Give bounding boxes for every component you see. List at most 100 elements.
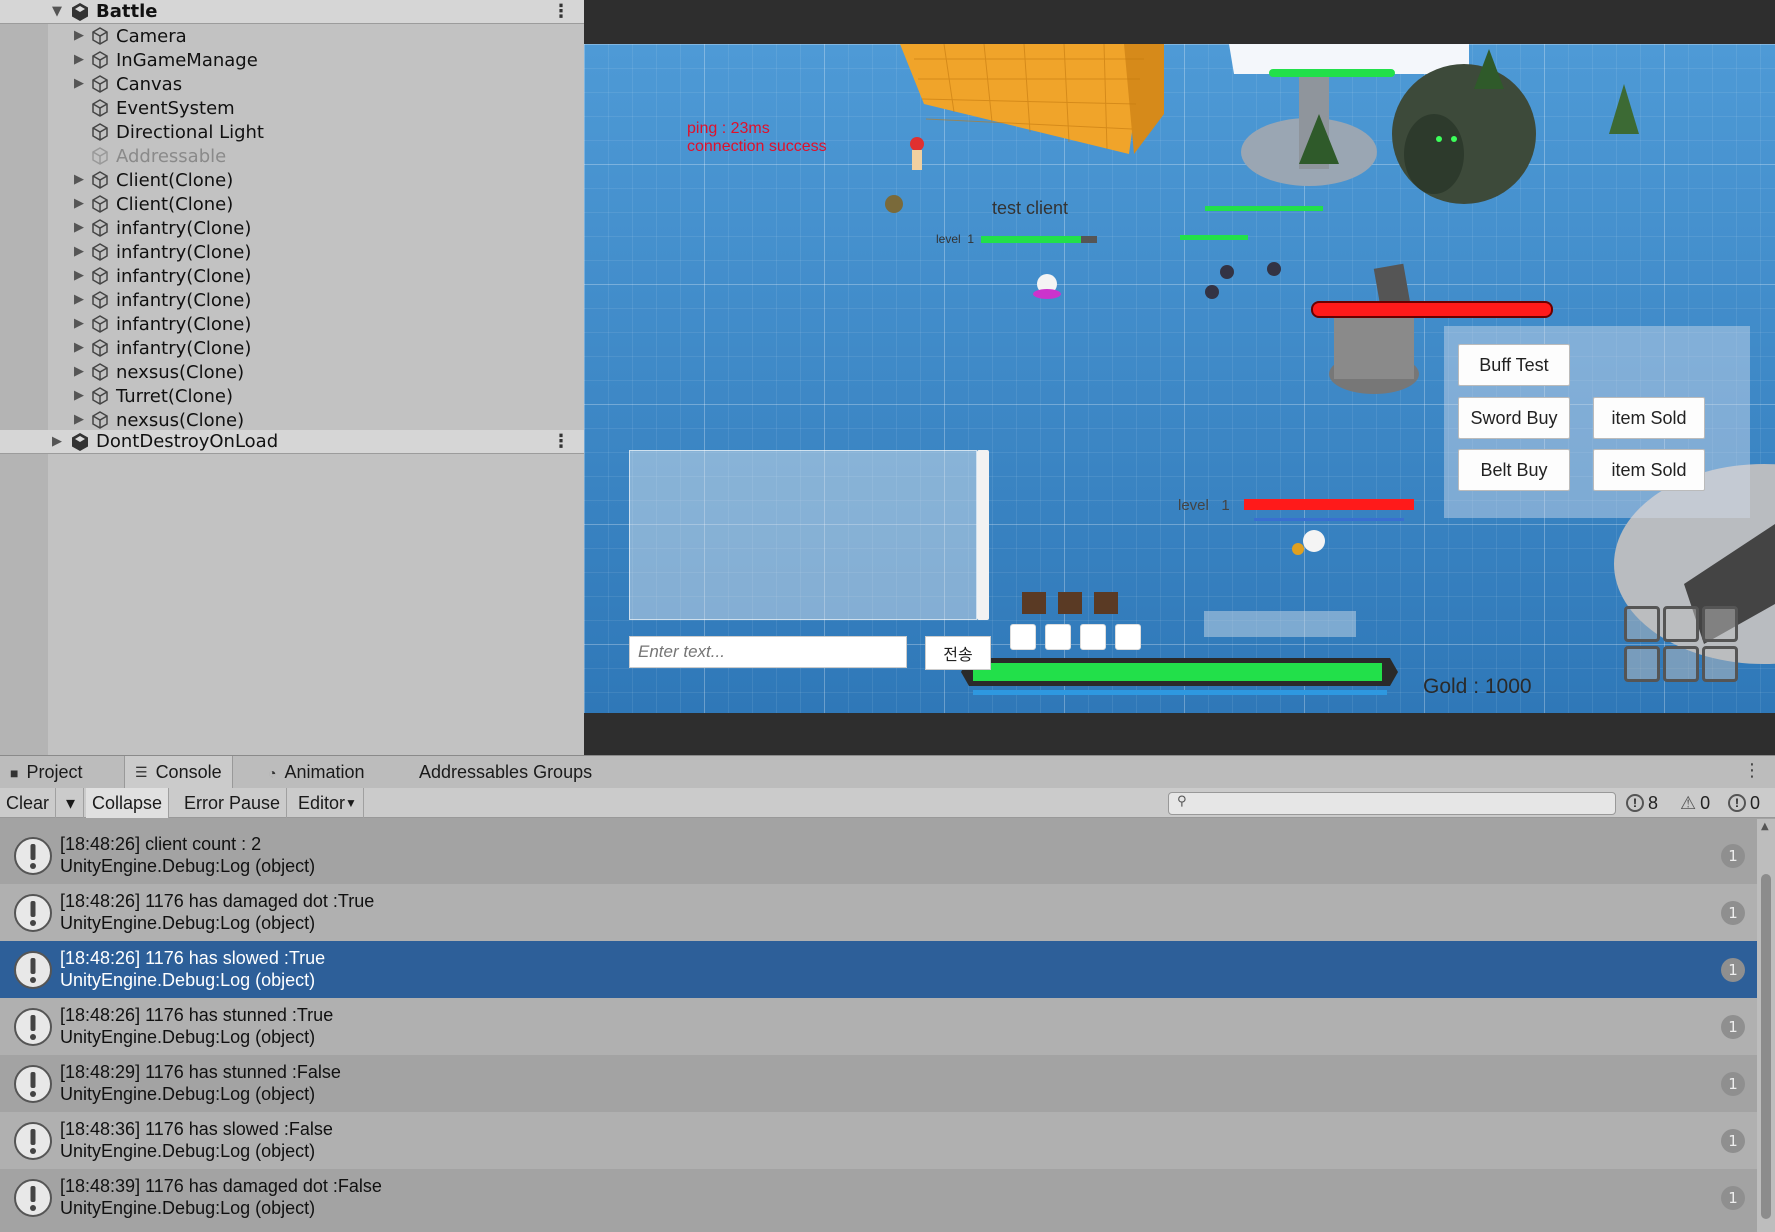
- clear-dropdown-icon[interactable]: ▾: [60, 788, 84, 818]
- hierarchy-item[interactable]: ▶ infantry(Clone): [0, 264, 584, 288]
- expand-arrow-icon[interactable]: ▶: [50, 434, 64, 449]
- scene-name: DontDestroyOnLoad: [96, 431, 279, 452]
- chat-scrollbar[interactable]: [977, 450, 989, 620]
- chat-send-button[interactable]: 전송: [925, 636, 991, 670]
- scene-row-battle[interactable]: ▼ Battle ⋮: [0, 0, 584, 24]
- inventory-slot[interactable]: [1624, 646, 1660, 682]
- gameobject-icon: [92, 363, 108, 381]
- inventory-slot[interactable]: [1624, 606, 1660, 642]
- console-scrollbar[interactable]: ▲: [1757, 819, 1775, 1232]
- log-count-toggle[interactable]: ! 8: [1626, 791, 1658, 815]
- inventory-slot[interactable]: [1663, 606, 1699, 642]
- item-sold-button[interactable]: item Sold: [1593, 449, 1705, 491]
- hierarchy-item[interactable]: EventSystem: [0, 96, 584, 120]
- log-collapse-count: 1: [1721, 1128, 1745, 1153]
- expand-arrow-icon[interactable]: ▶: [72, 365, 86, 379]
- expand-arrow-icon[interactable]: ▶: [72, 77, 86, 91]
- kebab-menu-icon[interactable]: ⋮: [552, 431, 570, 452]
- buff-test-button[interactable]: Buff Test: [1458, 344, 1570, 386]
- error-count-toggle[interactable]: ! 0: [1728, 791, 1760, 815]
- inventory-slot[interactable]: [1663, 646, 1699, 682]
- console-log-entry[interactable]: [18:48:26] 1176 has slowed :True UnityEng…: [0, 941, 1757, 998]
- belt-buy-button[interactable]: Belt Buy: [1458, 449, 1570, 491]
- log-collapse-count: 1: [1721, 1185, 1745, 1210]
- info-log-icon: [14, 1064, 52, 1103]
- tab-project[interactable]: ■ Project: [0, 756, 93, 789]
- expand-arrow-icon[interactable]: ▶: [72, 173, 86, 187]
- scrollbar-thumb[interactable]: [1761, 874, 1771, 1219]
- expand-arrow-icon[interactable]: ▶: [72, 389, 86, 403]
- editor-dropdown[interactable]: Editor ▼: [292, 788, 364, 818]
- inventory-slot[interactable]: [1702, 646, 1738, 682]
- hierarchy-item[interactable]: ▶ infantry(Clone): [0, 336, 584, 360]
- console-log-entry[interactable]: [18:48:29] 1176 has stunned :False UnityE…: [0, 1055, 1757, 1112]
- gameobject-icon: [92, 291, 108, 309]
- expand-arrow-icon[interactable]: ▶: [72, 53, 86, 67]
- gameobject-icon: [92, 387, 108, 405]
- expand-arrow-icon[interactable]: ▶: [72, 293, 86, 307]
- console-log-entry[interactable]: [18:48:26] 1176 has damaged dot :True Uni…: [0, 884, 1757, 941]
- hierarchy-item[interactable]: ▶ nexsus(Clone): [0, 408, 584, 432]
- game-view[interactable]: ping : 23ms connection success test clie…: [584, 44, 1775, 713]
- error-pause-toggle[interactable]: Error Pause: [178, 788, 288, 818]
- hierarchy-item[interactable]: Directional Light: [0, 120, 584, 144]
- hierarchy-item-label: Camera: [116, 25, 187, 47]
- tab-label: Console: [155, 762, 222, 782]
- expand-arrow-icon[interactable]: ▶: [72, 245, 86, 259]
- sword-buy-button[interactable]: Sword Buy: [1458, 397, 1570, 439]
- scroll-up-icon[interactable]: ▲: [1761, 821, 1769, 832]
- console-log-entry[interactable]: [18:48:36] 1176 has slowed :False UnityEn…: [0, 1112, 1757, 1169]
- hierarchy-item[interactable]: Addressable: [0, 144, 584, 168]
- expand-arrow-icon[interactable]: ▼: [50, 4, 64, 19]
- hierarchy-item[interactable]: ▶ infantry(Clone): [0, 240, 584, 264]
- info-log-icon: [14, 950, 52, 989]
- gameobject-icon: [92, 75, 108, 93]
- warning-count-toggle[interactable]: ⚠ 0: [1680, 791, 1710, 815]
- console-log-entry[interactable]: [18:48:26] client count : 2 UnityEngine.D…: [0, 827, 1757, 884]
- kebab-menu-icon[interactable]: ⋮: [1743, 760, 1761, 781]
- hierarchy-item[interactable]: ▶ Canvas: [0, 72, 584, 96]
- skill-slot[interactable]: [1010, 624, 1036, 650]
- info-log-icon: [14, 1178, 52, 1217]
- skill-slot[interactable]: [1045, 624, 1071, 650]
- console-log-entry[interactable]: [18:48:26] 1176 has stunned :True UnityEn…: [0, 998, 1757, 1055]
- skill-slot[interactable]: [1080, 624, 1106, 650]
- clear-button[interactable]: Clear: [0, 788, 57, 818]
- shop-panel: Buff Test Sword Buy item Sold Belt Buy i…: [1444, 326, 1750, 518]
- expand-arrow-icon[interactable]: ▶: [72, 269, 86, 283]
- warning-count: 0: [1700, 792, 1711, 813]
- expand-arrow-icon[interactable]: ▶: [72, 413, 86, 427]
- chat-input[interactable]: [629, 636, 907, 668]
- hierarchy-item[interactable]: ▶ infantry(Clone): [0, 216, 584, 240]
- expand-arrow-icon[interactable]: ▶: [72, 221, 86, 235]
- hierarchy-item[interactable]: ▶ Client(Clone): [0, 192, 584, 216]
- log-stacktrace: UnityEngine.Debug:Log (object): [60, 1141, 316, 1161]
- hierarchy-item[interactable]: ▶ Turret(Clone): [0, 384, 584, 408]
- scene-row-dontdestroy[interactable]: ▶ DontDestroyOnLoad ⋮: [0, 430, 584, 454]
- console-log-entry[interactable]: [18:48:39] 1176 has damaged dot :False Un…: [0, 1169, 1757, 1226]
- tab-animation[interactable]: ◔ Animation: [258, 756, 375, 789]
- skill-slot[interactable]: [1115, 624, 1141, 650]
- hierarchy-item[interactable]: ▶ nexsus(Clone): [0, 360, 584, 384]
- kebab-menu-icon[interactable]: ⋮: [552, 1, 570, 22]
- inventory-slot[interactable]: [1702, 606, 1738, 642]
- console-log-list[interactable]: [18:48:26] client count : 2 UnityEngine.D…: [0, 819, 1757, 1232]
- tab-console[interactable]: ☰ Console: [124, 756, 233, 789]
- animation-icon: ◔: [268, 764, 277, 781]
- expand-arrow-icon[interactable]: ▶: [72, 197, 86, 211]
- chat-log-box[interactable]: [629, 450, 977, 620]
- console-search-input[interactable]: ⚲: [1168, 792, 1616, 815]
- log-line: [18:48:36] 1176 has slowed :False: [60, 1119, 333, 1139]
- expand-arrow-icon[interactable]: ▶: [72, 29, 86, 43]
- hierarchy-item[interactable]: ▶ Camera: [0, 24, 584, 48]
- expand-arrow-icon[interactable]: ▶: [72, 341, 86, 355]
- hierarchy-item[interactable]: ▶ InGameManage: [0, 48, 584, 72]
- hierarchy-item[interactable]: ▶ infantry(Clone): [0, 312, 584, 336]
- hierarchy-item[interactable]: ▶ Client(Clone): [0, 168, 584, 192]
- hierarchy-item[interactable]: ▶ infantry(Clone): [0, 288, 584, 312]
- expand-arrow-icon[interactable]: ▶: [72, 317, 86, 331]
- game-view-letterbox-bottom: [584, 713, 1775, 755]
- tab-addressables-groups[interactable]: Addressables Groups: [409, 756, 602, 789]
- collapse-toggle[interactable]: Collapse: [86, 788, 170, 818]
- item-sold-button[interactable]: item Sold: [1593, 397, 1705, 439]
